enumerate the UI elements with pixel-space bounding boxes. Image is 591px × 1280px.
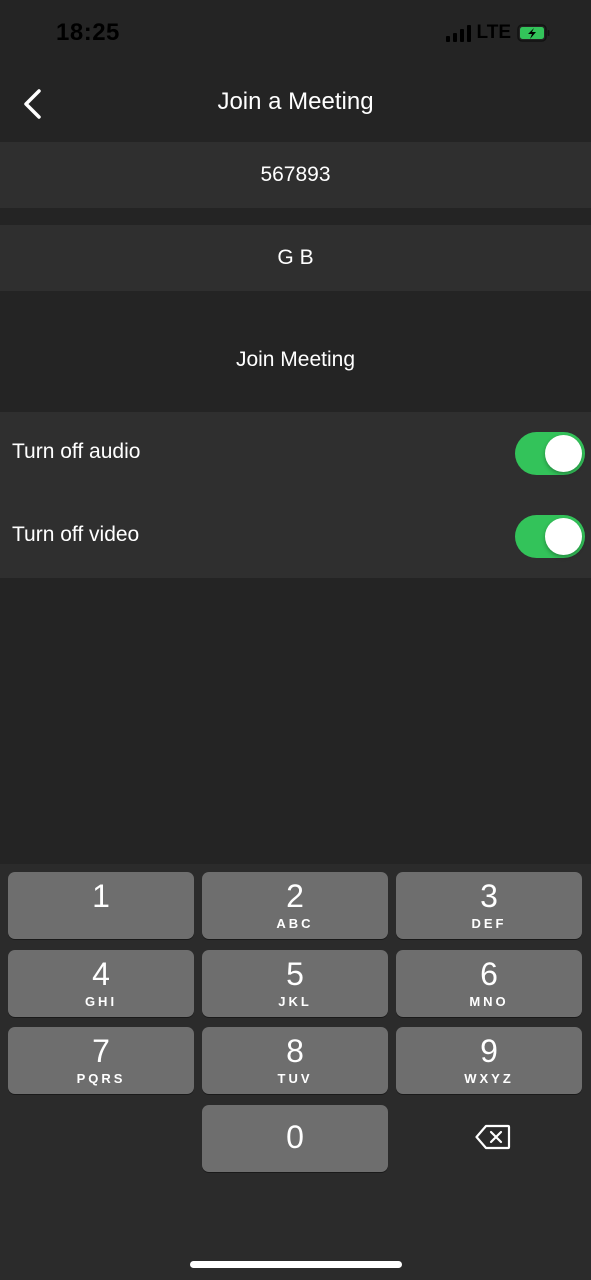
key-digit: 8 bbox=[286, 1033, 304, 1069]
key-7[interactable]: 7 PQRS bbox=[8, 1027, 194, 1094]
key-5[interactable]: 5 JKL bbox=[202, 950, 388, 1017]
display-name-field[interactable]: G B bbox=[0, 225, 591, 291]
toggle-knob bbox=[545, 518, 582, 555]
key-2[interactable]: 2 ABC bbox=[202, 872, 388, 939]
video-toggle[interactable] bbox=[515, 515, 585, 558]
key-digit: 3 bbox=[480, 878, 498, 914]
key-digit: 7 bbox=[92, 1033, 110, 1069]
key-digit: 1 bbox=[92, 878, 110, 914]
option-turn-off-video: Turn off video bbox=[0, 495, 591, 578]
option-turn-off-audio: Turn off audio bbox=[0, 412, 591, 495]
key-digit: 6 bbox=[480, 956, 498, 992]
meeting-options: Turn off audio Turn off video bbox=[0, 412, 591, 578]
key-letters: ABC bbox=[276, 916, 314, 931]
option-label: Turn off audio bbox=[12, 440, 141, 463]
key-digit: 0 bbox=[286, 1119, 304, 1155]
key-letters: MNO bbox=[469, 994, 509, 1009]
key-9[interactable]: 9 WXYZ bbox=[396, 1027, 582, 1094]
network-label: LTE bbox=[476, 22, 511, 43]
key-digit: 4 bbox=[92, 956, 110, 992]
key-6[interactable]: 6 MNO bbox=[396, 950, 582, 1017]
battery-charging-icon bbox=[517, 24, 550, 42]
backspace-icon bbox=[475, 1124, 511, 1150]
key-3[interactable]: 3 DEF bbox=[396, 872, 582, 939]
navigation-bar: Join a Meeting bbox=[0, 70, 591, 138]
backspace-button[interactable] bbox=[458, 1116, 528, 1158]
option-label: Turn off video bbox=[12, 523, 140, 546]
key-digit: 9 bbox=[480, 1033, 498, 1069]
join-meeting-button[interactable]: Join Meeting bbox=[0, 326, 591, 394]
join-meeting-screen: 18:25 LTE Join a Meeting 5 6 7893 G B Join… bbox=[0, 0, 591, 1280]
status-indicators: LTE bbox=[445, 22, 551, 44]
key-4[interactable]: 4 GHI bbox=[8, 950, 194, 1017]
meeting-id-field[interactable]: 567893 bbox=[0, 142, 591, 208]
status-bar: 18:25 LTE bbox=[0, 0, 591, 68]
audio-toggle[interactable] bbox=[515, 432, 585, 475]
key-0[interactable]: 0 bbox=[202, 1105, 388, 1172]
key-letters: PQRS bbox=[76, 1071, 126, 1086]
key-1[interactable]: 1 bbox=[8, 872, 194, 939]
page-title: Join a Meeting bbox=[217, 88, 374, 115]
key-8[interactable]: 8 TUV bbox=[202, 1027, 388, 1094]
numeric-keypad: 1 2 ABC 3 DEF 4 GHI 5 JKL 6 MNO 7 PQRS 8 bbox=[0, 864, 591, 1280]
key-letters: JKL bbox=[278, 994, 312, 1009]
status-time: 18:25 bbox=[56, 19, 120, 46]
key-letters: WXYZ bbox=[464, 1071, 514, 1086]
key-letters: GHI bbox=[84, 994, 118, 1009]
key-digit: 5 bbox=[286, 956, 304, 992]
signal-icon bbox=[445, 24, 471, 42]
home-indicator bbox=[190, 1261, 402, 1268]
key-digit: 2 bbox=[286, 878, 304, 914]
key-letters: DEF bbox=[471, 916, 507, 931]
toggle-knob bbox=[545, 435, 582, 472]
key-letters: TUV bbox=[277, 1071, 313, 1086]
